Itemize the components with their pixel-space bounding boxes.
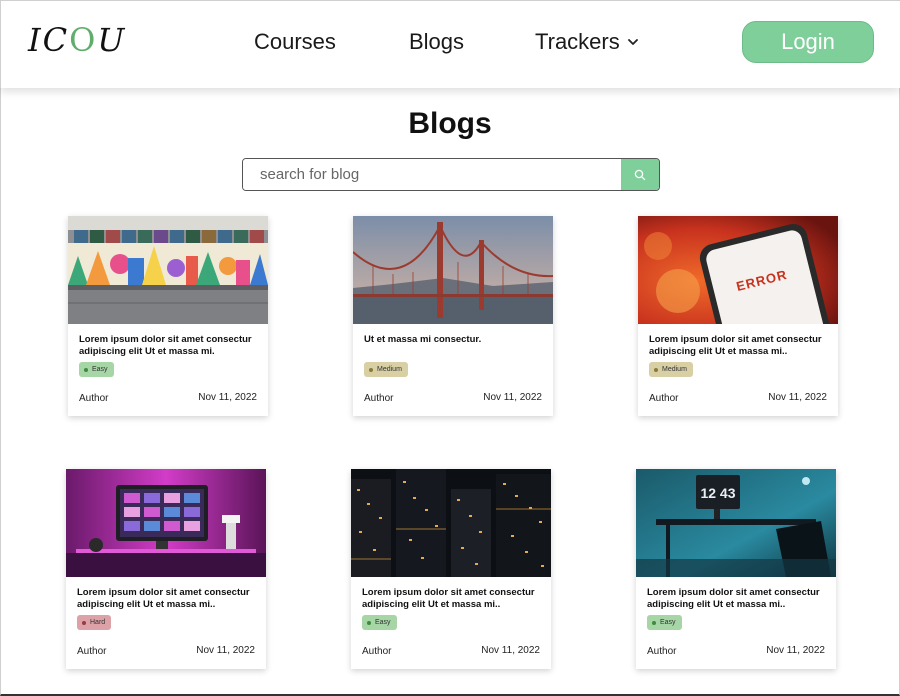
badge-dot (84, 367, 88, 372)
search-bar (242, 158, 660, 191)
blog-card-image-error-phone: ERROR (638, 216, 838, 324)
blog-card-title: Lorem ipsum dolor sit amet consectur adi… (649, 334, 822, 357)
badge-label: Easy (375, 619, 391, 626)
nav-trackers-dropdown[interactable]: Trackers (535, 29, 640, 55)
blog-card-title: Lorem ipsum dolor sit amet consectur adi… (362, 587, 535, 610)
top-navbar: ICOU Courses Blogs Trackers Login (0, 0, 900, 88)
logo-text-left: IC (28, 21, 70, 59)
blog-card-author[interactable]: Author (79, 393, 108, 404)
blog-card-image-bridge (353, 216, 553, 324)
badge-label: Medium (377, 366, 402, 373)
blog-card-author[interactable]: Author (77, 646, 106, 657)
chevron-down-icon (627, 39, 638, 45)
clock-text-on-monitor: 12 43 (700, 485, 735, 501)
badge-label: Easy (92, 366, 108, 373)
blog-card-title: Lorem ipsum dolor sit amet consectur adi… (647, 587, 820, 610)
difficulty-badge-hard: Hard (77, 615, 112, 630)
blog-card-image-blue-desk: 12 43 (636, 469, 836, 577)
login-button[interactable]: Login (742, 21, 874, 63)
difficulty-badge-medium: Medium (649, 362, 693, 377)
badge-dot (369, 367, 373, 372)
difficulty-badge-easy: Easy (79, 362, 114, 377)
badge-label: Easy (660, 619, 676, 626)
blog-card-title: Lorem ipsum dolor sit amet consectur adi… (77, 587, 250, 610)
badge-dot (654, 367, 658, 372)
search-input[interactable] (243, 159, 621, 190)
logo-text-right: U (97, 21, 127, 59)
nav-courses[interactable]: Courses (254, 29, 336, 55)
logo-text-o: O (69, 21, 98, 59)
badge-label: Medium (662, 366, 687, 373)
blog-card-image-city-night (351, 469, 551, 577)
blog-card-date: Nov 11, 2022 (198, 392, 257, 403)
blog-card[interactable]: Lorem ipsum dolor sit amet consectur adi… (68, 216, 268, 416)
difficulty-badge-medium: Medium (364, 362, 408, 377)
blog-card-date: Nov 11, 2022 (766, 645, 825, 656)
badge-label: Hard (90, 619, 106, 626)
blog-card[interactable]: 12 43 Lorem ipsum dolor sit amet consect… (636, 469, 836, 669)
search-icon (634, 169, 646, 180)
blog-card[interactable]: Lorem ipsum dolor sit amet consectur adi… (351, 469, 551, 669)
blog-card-image-pink-desk (66, 469, 266, 577)
site-logo[interactable]: ICOU (28, 21, 126, 59)
blog-card-date: Nov 11, 2022 (196, 645, 255, 656)
blog-card-author[interactable]: Author (364, 393, 393, 404)
blog-card[interactable]: Ut et massa mi consectur. Medium Author … (353, 216, 553, 416)
nav-blogs[interactable]: Blogs (409, 29, 464, 55)
blog-card-author[interactable]: Author (362, 646, 391, 657)
blog-card-author[interactable]: Author (649, 393, 678, 404)
nav-trackers-label: Trackers (535, 29, 620, 54)
blog-card[interactable]: Lorem ipsum dolor sit amet consectur adi… (66, 469, 266, 669)
blog-card-author[interactable]: Author (647, 646, 676, 657)
blog-card[interactable]: ERROR Lorem ipsum dolor sit amet consect… (638, 216, 838, 416)
badge-dot (82, 620, 86, 625)
blog-card-date: Nov 11, 2022 (481, 645, 540, 656)
difficulty-badge-easy: Easy (362, 615, 397, 630)
blog-card-date: Nov 11, 2022 (483, 392, 542, 403)
badge-dot (367, 620, 371, 625)
difficulty-badge-easy: Easy (647, 615, 682, 630)
blog-card-date: Nov 11, 2022 (768, 392, 827, 403)
blog-card-title: Ut et massa mi consectur. (364, 334, 482, 345)
blog-card-title: Lorem ipsum dolor sit amet consectur adi… (79, 334, 252, 357)
page-title: Blogs (408, 107, 492, 140)
badge-dot (652, 620, 656, 625)
blog-card-image-mural (68, 216, 268, 324)
search-button[interactable] (621, 159, 659, 190)
